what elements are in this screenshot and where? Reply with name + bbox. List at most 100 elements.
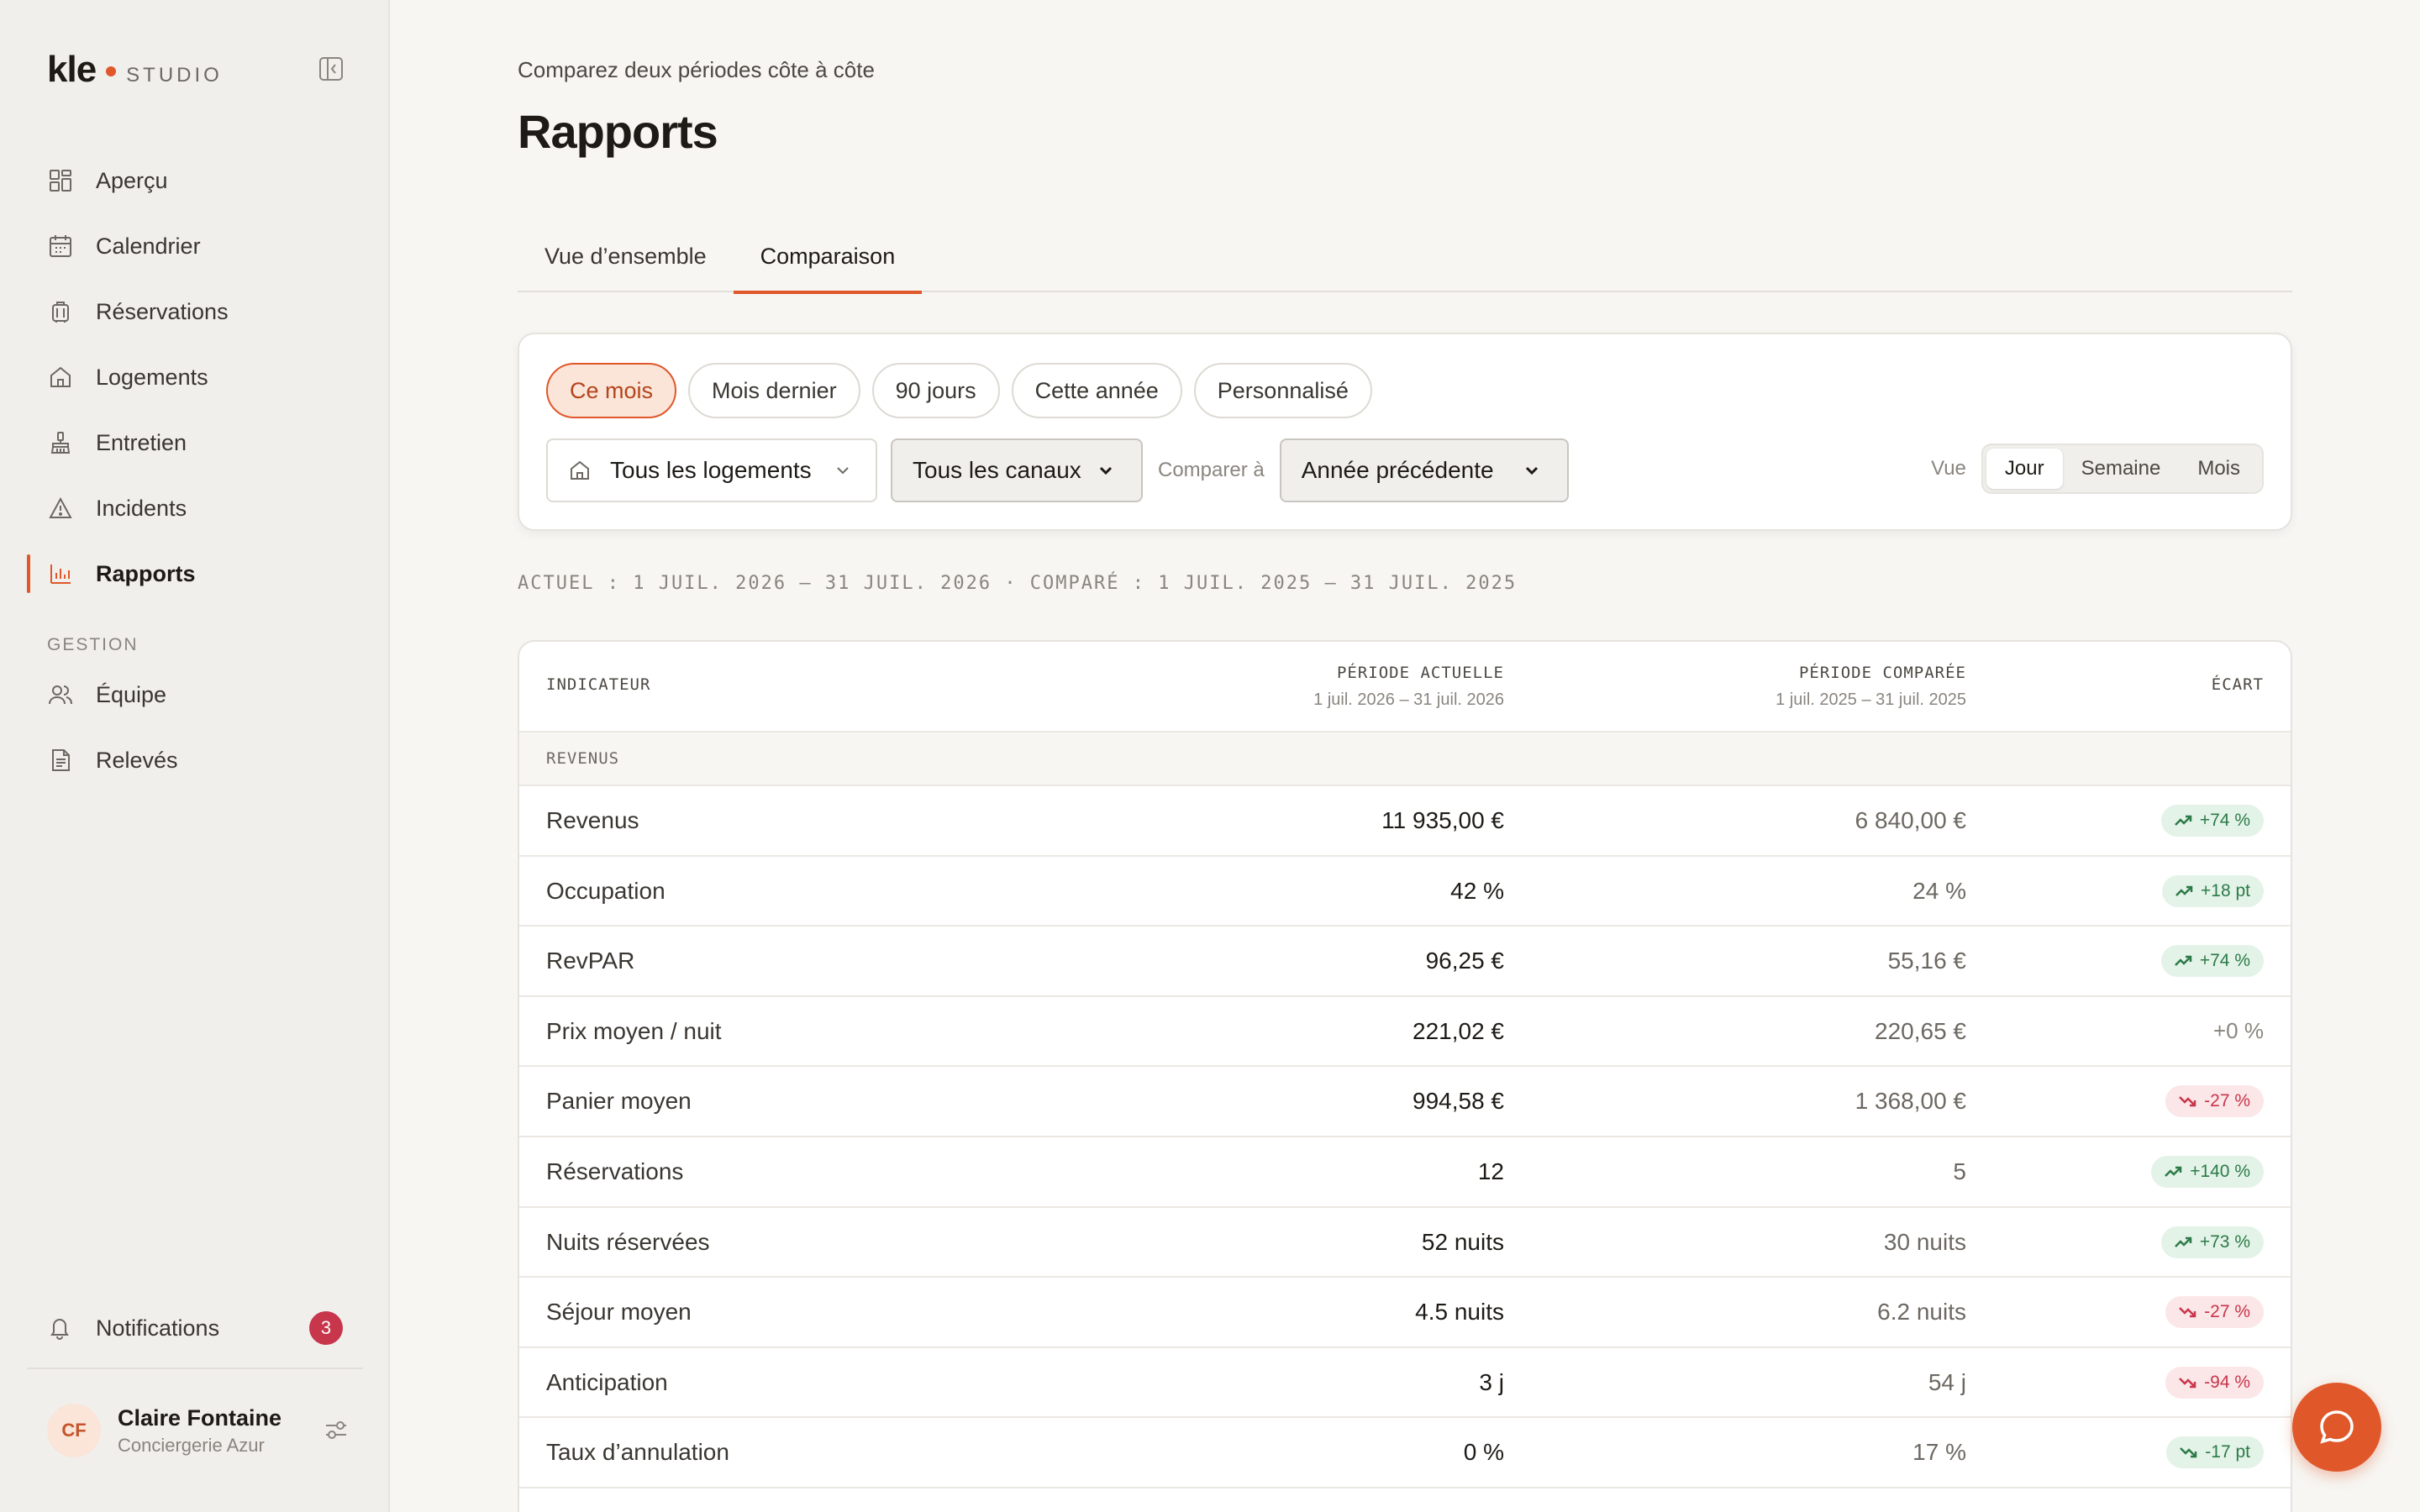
table-row: Panier moyen 994,58 € 1 368,00 € -27 % (519, 1067, 2291, 1137)
row-current-value: 994,58 € (1413, 1088, 1504, 1115)
period-presets: Ce mois Mois dernier 90 jours Cette anné… (546, 363, 1372, 418)
sidebar-item-incidents[interactable]: Incidents (27, 475, 363, 541)
view-week[interactable]: Semaine (2063, 449, 2180, 489)
table-row: Prix moyen / nuit 221,02 € 220,65 € +0 % (519, 997, 2291, 1068)
sidebar-item-entretien[interactable]: Entretien (27, 410, 363, 475)
sidebar-item-calendrier[interactable]: Calendrier (27, 213, 363, 279)
row-delta: +74 % (2160, 786, 2264, 855)
view-toggle: Vue Jour Semaine Mois (1931, 444, 2264, 494)
delta-value: -27 % (2204, 1091, 2250, 1111)
property-select-value: Tous les logements (610, 457, 812, 483)
user-profile[interactable]: CF Claire Fontaine Conciergerie Azur (47, 1401, 350, 1460)
sidebar-item-equipe[interactable]: Équipe (27, 662, 363, 727)
preset-90-days[interactable]: 90 jours (871, 363, 1000, 418)
sidebar-section-title: GESTION (47, 635, 139, 654)
table-row: Réservations 12 5 +140 % (519, 1137, 2291, 1208)
sidebar-item-rapports[interactable]: Rapports (27, 541, 363, 606)
property-select[interactable]: Tous les logements (546, 438, 877, 502)
row-current-value: 0 % (1463, 1439, 1504, 1466)
grid-icon (47, 167, 74, 194)
brand-logo[interactable]: kle STUDIO (47, 49, 223, 91)
delta-badge: +74 % (2160, 945, 2264, 978)
row-indicator: Revenus (546, 807, 639, 833)
row-compared-value: 5 (1953, 1158, 1966, 1184)
delta-badge: -27 % (2165, 1296, 2264, 1329)
row-compared-value: 17 % (1912, 1439, 1966, 1466)
trend-down-icon (2177, 1373, 2204, 1393)
sidebar-item-label: Calendrier (96, 233, 201, 259)
trend-up-icon (2174, 881, 2201, 901)
sidebar-item-label: Aperçu (96, 167, 168, 193)
view-day[interactable]: Jour (1986, 449, 2063, 489)
column-header-current-title: PÉRIODE ACTUELLE (1336, 664, 1504, 682)
sidebar-item-apercu[interactable]: Aperçu (27, 148, 363, 213)
bell-icon (47, 1315, 74, 1341)
preset-this-month[interactable]: Ce mois (546, 363, 677, 418)
row-delta: +73 % (2160, 1208, 2264, 1277)
table-row: Anticipation 3 j 54 j -94 % (519, 1348, 2291, 1419)
chat-button[interactable] (2292, 1383, 2381, 1472)
sidebar-item-logements[interactable]: Logements (27, 344, 363, 410)
view-label: Vue (1931, 457, 1966, 480)
notifications-link[interactable]: Notifications 3 (47, 1300, 343, 1356)
chevron-down-icon (1525, 466, 1538, 475)
column-header-compared: PÉRIODE COMPARÉE 1 juil. 2025 – 31 juil.… (1776, 664, 1966, 710)
row-compared-value: 6.2 nuits (1877, 1299, 1966, 1326)
sidebar-item-label: Incidents (96, 495, 187, 521)
row-compared-value: 30 nuits (1883, 1228, 1966, 1255)
tab-comparison[interactable]: Comparaison (733, 228, 923, 294)
column-header-compared-range: 1 juil. 2025 – 31 juil. 2025 (1776, 690, 1966, 709)
trend-down-icon (2177, 1091, 2204, 1111)
table-row: Revenus 11 935,00 € 6 840,00 € +74 % (519, 786, 2291, 857)
row-delta: -27 % (2165, 1067, 2264, 1136)
channel-select-value: Tous les canaux (913, 457, 1081, 483)
tab-overview[interactable]: Vue d’ensemble (518, 228, 734, 284)
delta-value: +18 pt (2201, 880, 2250, 900)
compare-select-value: Année précédente (1301, 457, 1494, 483)
view-month[interactable]: Mois (2179, 449, 2259, 489)
trend-up-icon (2173, 951, 2200, 971)
notifications-badge: 3 (309, 1311, 343, 1345)
divider (27, 1368, 363, 1369)
row-indicator: Occupation (546, 877, 666, 904)
delta-badge: -17 pt (2166, 1436, 2264, 1469)
trend-down-icon (2177, 1302, 2204, 1322)
trend-up-icon (2173, 1232, 2200, 1252)
preset-last-month[interactable]: Mois dernier (688, 363, 860, 418)
preset-this-year[interactable]: Cette année (1011, 363, 1182, 418)
broom-icon (47, 429, 74, 456)
brand-name: kle (47, 49, 97, 90)
row-compared-value: 55,16 € (1887, 948, 1966, 974)
page-subtitle: Comparez deux périodes côte à côte (518, 57, 875, 82)
delta-badge: -94 % (2165, 1366, 2264, 1399)
sliders-icon[interactable] (323, 1416, 350, 1443)
row-indicator: Prix moyen / nuit (546, 1017, 722, 1044)
delta-badge: +18 pt (2162, 874, 2264, 907)
channel-select[interactable]: Tous les canaux (891, 438, 1143, 502)
sidebar-item-reservations[interactable]: Réservations (27, 279, 363, 344)
filter-row: Tous les logements Tous les canaux Compa… (546, 438, 1569, 502)
row-indicator: Séjour moyen (546, 1299, 692, 1326)
compare-select[interactable]: Année précédente (1279, 438, 1569, 502)
row-current-value: 221,02 € (1413, 1017, 1504, 1044)
sidebar-collapse-icon[interactable] (318, 55, 345, 82)
chevron-down-icon (1099, 466, 1112, 475)
delta-badge: +74 % (2160, 805, 2264, 837)
preset-custom[interactable]: Personnalisé (1193, 363, 1372, 418)
document-icon (47, 747, 74, 774)
page-title: Rapports (518, 105, 718, 158)
period-summary: ACTUEL : 1 JUIL. 2026 – 31 JUIL. 2026 · … (518, 573, 1518, 594)
row-delta: -27 % (2165, 1278, 2264, 1347)
row-delta: +0 % (2213, 997, 2264, 1066)
home-icon (47, 364, 74, 391)
delta-value: -27 % (2204, 1302, 2250, 1322)
row-indicator: Anticipation (546, 1368, 668, 1395)
row-current-value: 11 935,00 € (1381, 807, 1504, 833)
delta-value: -17 pt (2205, 1442, 2250, 1462)
sidebar-item-releves[interactable]: Relevés (27, 727, 363, 793)
row-compared-value: 54 j (1928, 1368, 1966, 1395)
row-compared-value: 220,65 € (1875, 1017, 1966, 1044)
delta-value: -94 % (2204, 1372, 2250, 1392)
luggage-icon (47, 298, 74, 325)
table-row: RevPAR 96,25 € 55,16 € +74 % (519, 927, 2291, 997)
